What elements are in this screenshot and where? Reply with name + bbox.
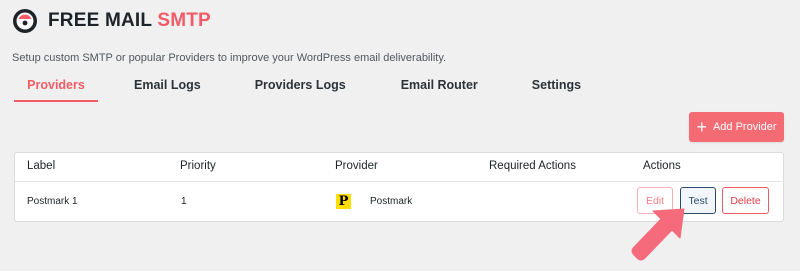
free-mail-smtp-logo-icon bbox=[13, 9, 37, 33]
column-header-provider: Provider bbox=[335, 160, 378, 172]
add-provider-label: Add Provider bbox=[712, 121, 777, 133]
column-header-actions: Actions bbox=[643, 160, 681, 172]
page-title-main: FREE MAIL bbox=[48, 10, 152, 31]
table-header: Label Priority Provider Required Actions… bbox=[15, 153, 783, 182]
row-priority: 1 bbox=[181, 196, 187, 207]
column-header-priority: Priority bbox=[180, 160, 216, 172]
app-header: FREE MAIL SMTP bbox=[12, 8, 211, 34]
page-subtitle: Setup custom SMTP or popular Providers t… bbox=[12, 52, 447, 64]
column-header-required-actions: Required Actions bbox=[489, 160, 576, 172]
row-provider: Postmark bbox=[370, 196, 413, 207]
plus-icon: + bbox=[696, 117, 707, 137]
tab-providers-logs[interactable]: Providers Logs bbox=[255, 76, 346, 102]
tab-email-logs[interactable]: Email Logs bbox=[134, 76, 201, 102]
column-header-label: Label bbox=[27, 160, 56, 172]
row-label: Postmark 1 bbox=[27, 196, 78, 207]
tab-email-router[interactable]: Email Router bbox=[401, 76, 478, 102]
add-provider-button[interactable]: + Add Provider bbox=[689, 112, 784, 142]
tab-bar: Providers Email Logs Providers Logs Emai… bbox=[14, 76, 581, 102]
postmark-icon: P bbox=[336, 194, 351, 209]
delete-button[interactable]: Delete bbox=[722, 187, 769, 214]
tab-providers[interactable]: Providers bbox=[14, 76, 98, 102]
pointer-arrow-icon bbox=[631, 208, 685, 261]
page-title-accent: SMTP bbox=[157, 10, 211, 31]
tab-settings[interactable]: Settings bbox=[532, 76, 581, 102]
page-title: FREE MAIL SMTP bbox=[48, 10, 211, 32]
